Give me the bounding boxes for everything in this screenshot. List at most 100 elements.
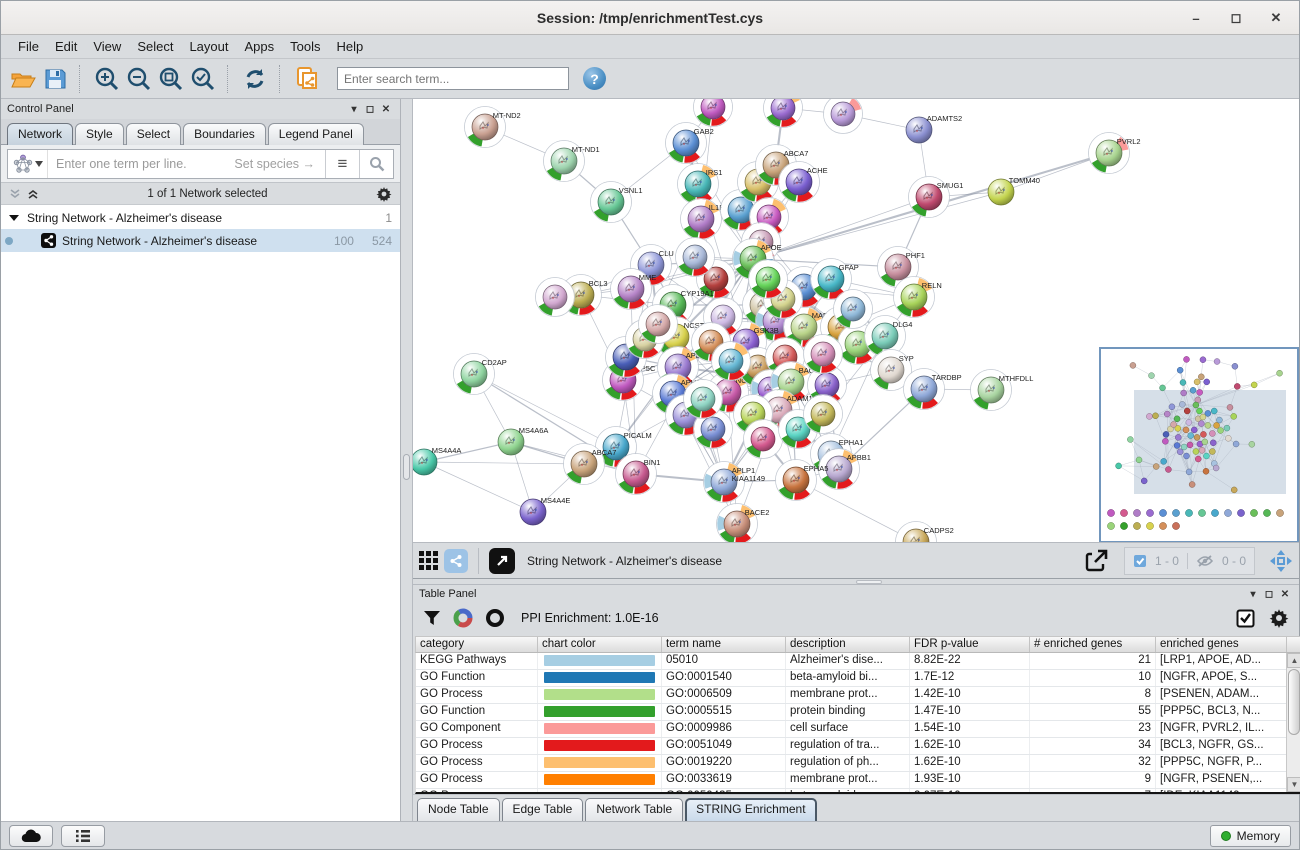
menu-view[interactable]: View [86, 37, 128, 56]
control-panel-menu-icon[interactable]: ▾ [346, 104, 362, 115]
node-unlabeled[interactable] [749, 260, 788, 299]
chart-color-swatch[interactable] [538, 687, 662, 703]
chart-color-swatch[interactable] [538, 738, 662, 754]
enrichment-row[interactable]: GO ComponentGO:0009986cell surface1.54E-… [416, 721, 1300, 738]
menu-file[interactable]: File [11, 37, 46, 56]
node-cadps2[interactable]: CADPS2 [896, 522, 954, 544]
node-epha5[interactable]: EPHA5 [776, 460, 829, 501]
node-ache[interactable]: ACHE [779, 162, 828, 203]
menu-layout[interactable]: Layout [182, 37, 235, 56]
node-bin1[interactable]: BIN1 [616, 454, 661, 495]
menu-help[interactable]: Help [330, 37, 371, 56]
string-options-icon[interactable]: ≡ [325, 150, 359, 178]
node-reln[interactable]: RELN [894, 277, 942, 318]
open-session-icon[interactable] [7, 64, 39, 94]
maximize-button[interactable]: ◻ [1227, 10, 1245, 26]
tab-network[interactable]: Network [7, 123, 73, 145]
chart-color-swatch[interactable] [538, 653, 662, 669]
node-aplp1[interactable]: APLP1KIAA1149 [704, 462, 766, 503]
expand-all-icon[interactable] [27, 188, 39, 200]
network-collection-row[interactable]: String Network - Alzheimer's disease 1 [1, 206, 400, 229]
node-il1b[interactable]: IL1B [681, 199, 725, 240]
grid-view-icon[interactable] [419, 551, 438, 570]
horizontal-splitter[interactable] [413, 579, 1299, 585]
node-mt-nd2[interactable]: MT-ND2 [465, 107, 521, 148]
node-unlabeled[interactable] [804, 395, 843, 434]
node-mt-nd1[interactable]: MT-ND1 [544, 141, 600, 182]
enrichment-row[interactable]: GO FunctionGO:0005515protein binding1.47… [416, 704, 1300, 721]
column-header-enriched-genes[interactable]: enriched genes [1156, 637, 1287, 652]
enrichment-row[interactable]: GO ProcessGO:0019220regulation of ph...1… [416, 755, 1300, 772]
node-unlabeled[interactable] [639, 305, 678, 344]
scroll-up-icon[interactable]: ▲ [1287, 653, 1300, 668]
column-header-description[interactable]: description [786, 637, 910, 652]
detach-view-icon[interactable] [489, 548, 515, 574]
enrichment-row[interactable]: GO FunctionGO:0001540beta-amyloid bi...1… [416, 670, 1300, 687]
node-unlabeled[interactable] [536, 278, 575, 317]
node-ms4a4a[interactable]: MS4A4A [413, 446, 461, 475]
node-tomm40[interactable]: TOMM40 [988, 176, 1040, 205]
enrichment-row[interactable]: GO ProcessGO:0006509membrane prot...1.42… [416, 687, 1300, 704]
node-unlabeled[interactable] [824, 99, 863, 134]
zoom-out-icon[interactable] [123, 64, 155, 94]
node-unlabeled[interactable] [712, 342, 751, 381]
task-history-button[interactable] [61, 825, 105, 847]
splitter-grip[interactable] [856, 580, 882, 584]
memory-button[interactable]: Memory [1210, 825, 1291, 847]
chart-color-swatch[interactable] [538, 704, 662, 720]
node-pvrl2[interactable]: PVRL2 [1089, 133, 1141, 174]
zoom-in-icon[interactable] [91, 64, 123, 94]
tab-string-enrichment[interactable]: STRING Enrichment [685, 798, 816, 821]
node-unlabeled[interactable] [764, 99, 803, 128]
clone-network-icon[interactable] [291, 64, 323, 94]
column-header-term-name[interactable]: term name [662, 637, 786, 652]
navigator-toggle-icon[interactable] [1269, 549, 1293, 573]
column-header-chart-color[interactable]: chart color [538, 637, 662, 652]
tab-legend-panel[interactable]: Legend Panel [268, 123, 364, 145]
node-unlabeled[interactable] [804, 335, 843, 374]
control-panel-float-icon[interactable]: ◻ [362, 104, 378, 115]
zoom-fit-icon[interactable] [155, 64, 187, 94]
node-unlabeled[interactable] [676, 238, 715, 277]
species-hint[interactable]: Set species → [234, 157, 325, 171]
chart-color-swatch[interactable] [538, 789, 662, 794]
vertical-splitter[interactable] [401, 99, 413, 821]
birds-eye-navigator[interactable] [1099, 347, 1299, 543]
collapse-all-icon[interactable] [9, 188, 21, 200]
tab-boundaries[interactable]: Boundaries [183, 123, 266, 145]
node-bace2[interactable]: BACE2 [717, 504, 770, 544]
node-unlabeled[interactable] [684, 380, 723, 419]
tab-select[interactable]: Select [126, 123, 181, 145]
column-header-enriched-genes[interactable]: # enriched genes [1030, 637, 1156, 652]
enrichment-row[interactable]: KEGG Pathways05010Alzheimer's dise...8.8… [416, 653, 1300, 670]
node-unlabeled[interactable] [744, 420, 783, 459]
menu-edit[interactable]: Edit [48, 37, 84, 56]
node-gab2[interactable]: GAB2 [666, 123, 714, 164]
zoom-selected-icon[interactable] [187, 64, 219, 94]
node-vsnl1[interactable]: VSNL1 [591, 182, 643, 223]
network-view-panel[interactable]: MT-ND2MT-ND1VSNL1GAB2IRS1IL1BTNFCHATABCA… [413, 99, 1299, 579]
scroll-down-icon[interactable]: ▼ [1287, 777, 1300, 792]
string-query-box[interactable]: Enter one term per line. Set species → ≡ [7, 149, 394, 179]
tab-style[interactable]: Style [75, 123, 124, 145]
chart-color-swatch[interactable] [538, 772, 662, 788]
enrichment-row[interactable]: GO ProcessGO:0033619membrane prot...1.93… [416, 772, 1300, 789]
node-mthfdll[interactable]: MTHFDLL [971, 370, 1034, 411]
string-protein-query-icon[interactable] [8, 150, 48, 178]
node-mme[interactable]: MME [611, 269, 657, 310]
menu-select[interactable]: Select [130, 37, 180, 56]
node-smug1[interactable]: SMUG1 [909, 177, 964, 218]
node-adamts2[interactable]: ADAMTS2 [906, 114, 962, 143]
help-icon[interactable]: ? [583, 67, 606, 90]
menu-tools[interactable]: Tools [283, 37, 327, 56]
collection-expand-icon[interactable] [9, 215, 19, 221]
table-panel-float-icon[interactable]: ◻ [1261, 589, 1277, 600]
scrollbar-thumb[interactable] [1288, 669, 1300, 735]
chart-color-swatch[interactable] [538, 721, 662, 737]
splitter-grip[interactable] [403, 454, 410, 480]
column-header-FDR-p-value[interactable]: FDR p-value [910, 637, 1030, 652]
donut-chart-icon[interactable] [453, 608, 473, 628]
menu-apps[interactable]: Apps [238, 37, 282, 56]
node-cd2ap[interactable]: CD2AP [454, 354, 507, 395]
control-panel-close-icon[interactable]: ✕ [378, 104, 394, 115]
